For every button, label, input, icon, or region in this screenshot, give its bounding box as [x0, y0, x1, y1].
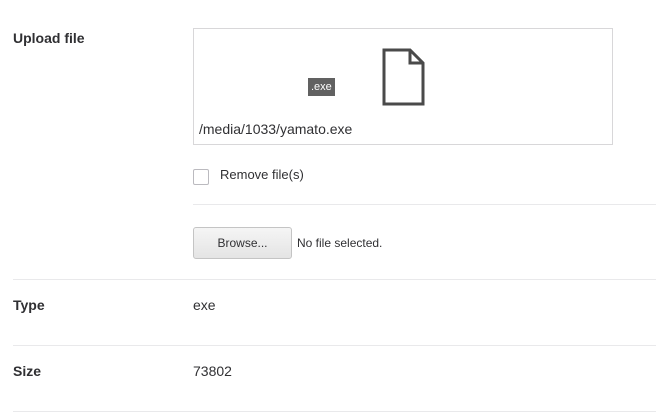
file-path-link[interactable]: /media/1033/yamato.exe: [199, 121, 352, 137]
browse-button[interactable]: Browse...: [193, 227, 292, 259]
file-preview-box: .exe /media/1033/yamato.exe: [193, 28, 613, 145]
divider: [13, 411, 656, 412]
divider: [193, 204, 656, 205]
type-value: exe: [193, 297, 216, 313]
upload-file-label: Upload file: [13, 30, 85, 46]
divider: [13, 279, 656, 280]
media-properties-panel: Upload file .exe /media/1033/yamato.exe …: [0, 0, 656, 418]
file-extension-badge: .exe: [308, 78, 335, 96]
remove-file-checkbox[interactable]: [193, 169, 209, 185]
file-status-text: No file selected.: [297, 236, 383, 250]
size-value: 73802: [193, 363, 232, 379]
size-label: Size: [13, 363, 42, 379]
type-label: Type: [13, 297, 45, 313]
divider: [13, 345, 656, 346]
document-icon: [382, 48, 425, 106]
remove-file-label[interactable]: Remove file(s): [220, 167, 304, 182]
